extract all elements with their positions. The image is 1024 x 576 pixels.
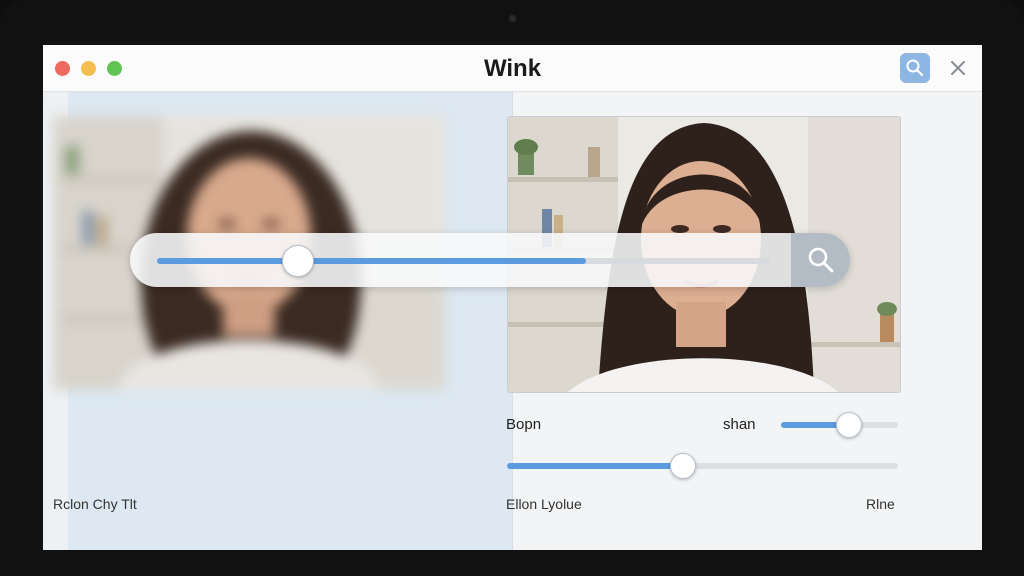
webcam [508, 14, 517, 23]
wide-slider-fill [507, 463, 683, 469]
wide-slider-knob[interactable] [669, 453, 696, 479]
control-label-right: shan [723, 416, 756, 433]
overlay-search-button[interactable] [791, 233, 850, 287]
search-icon [808, 247, 833, 273]
comparison-slider-knob[interactable] [281, 245, 314, 277]
cut-off-text-right: Rlne [866, 496, 895, 512]
search-button[interactable] [900, 53, 930, 83]
search-icon [906, 59, 924, 77]
comparison-slider-fill [157, 258, 587, 264]
close-icon [951, 61, 965, 75]
wide-slider[interactable] [507, 453, 898, 479]
comparison-slider-track[interactable] [157, 258, 770, 264]
bezel-bottom [0, 550, 1024, 576]
small-slider-knob[interactable] [835, 412, 862, 438]
small-slider[interactable] [781, 412, 898, 438]
app-title: Wink [483, 55, 542, 82]
cut-off-text-left: Rclon Chy Tlt [53, 496, 137, 512]
comparison-slider-overlay [130, 233, 850, 287]
close-button[interactable] [945, 55, 971, 81]
title-bar: Wink [43, 45, 982, 92]
cut-off-text-middle: Ellon Lyolue [506, 496, 582, 512]
control-label-left: Bopn [506, 416, 542, 433]
